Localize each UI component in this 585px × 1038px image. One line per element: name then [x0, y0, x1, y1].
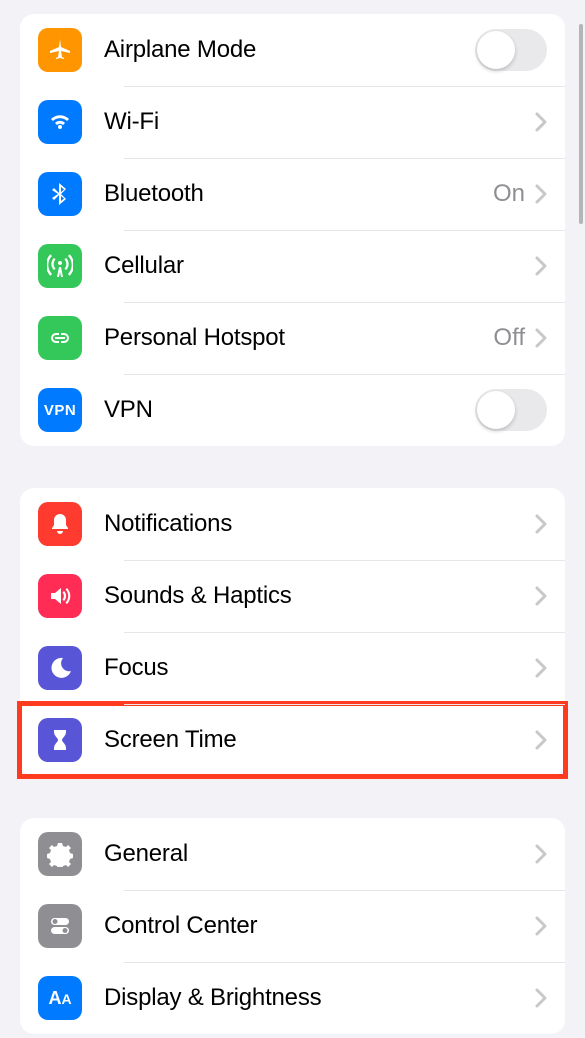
settings-row-cellular[interactable]: Cellular	[20, 230, 565, 302]
toggle-switch[interactable]	[475, 29, 547, 71]
row-label: Focus	[104, 654, 535, 682]
row-value: Off	[493, 324, 525, 352]
bluetooth-icon	[38, 172, 82, 216]
chevron-right-icon	[535, 256, 547, 276]
antenna-icon	[38, 244, 82, 288]
row-label: Bluetooth	[104, 180, 493, 208]
chevron-right-icon	[535, 184, 547, 204]
settings-row-notifications[interactable]: Notifications	[20, 488, 565, 560]
settings-row-display[interactable]: AA Display & Brightness	[20, 962, 565, 1034]
chevron-right-icon	[535, 112, 547, 132]
settings-row-general[interactable]: General	[20, 818, 565, 890]
chevron-right-icon	[535, 916, 547, 936]
scroll-indicator[interactable]	[579, 24, 583, 224]
settings-row-sounds[interactable]: Sounds & Haptics	[20, 560, 565, 632]
chevron-right-icon	[535, 988, 547, 1008]
row-label: Wi-Fi	[104, 108, 535, 136]
gear-icon	[38, 832, 82, 876]
link-icon	[38, 316, 82, 360]
settings-row-wifi[interactable]: Wi-Fi	[20, 86, 565, 158]
vpn-icon: VPN	[38, 388, 82, 432]
row-label: Notifications	[104, 510, 535, 538]
chevron-right-icon	[535, 730, 547, 750]
row-label: Display & Brightness	[104, 984, 535, 1012]
row-value: On	[493, 180, 525, 208]
chevron-right-icon	[535, 658, 547, 678]
row-label: Personal Hotspot	[104, 324, 493, 352]
switches-icon	[38, 904, 82, 948]
settings-group-general: General Control Center AA Display & Brightn…	[20, 818, 565, 1034]
wifi-icon	[38, 100, 82, 144]
settings-row-airplane-mode[interactable]: Airplane Mode	[20, 14, 565, 86]
settings-row-focus[interactable]: Focus	[20, 632, 565, 704]
settings-row-screen-time[interactable]: Screen Time	[20, 704, 565, 776]
chevron-right-icon	[535, 328, 547, 348]
settings-row-vpn[interactable]: VPN VPN	[20, 374, 565, 446]
airplane-icon	[38, 28, 82, 72]
settings-row-control-center[interactable]: Control Center	[20, 890, 565, 962]
row-label: Screen Time	[104, 726, 535, 754]
settings-group-connectivity: Airplane Mode Wi-Fi BluetoothOn Cellular Per…	[20, 14, 565, 446]
row-label: VPN	[104, 396, 475, 424]
bell-icon	[38, 502, 82, 546]
row-label: Cellular	[104, 252, 535, 280]
row-label: Airplane Mode	[104, 36, 475, 64]
row-label: Control Center	[104, 912, 535, 940]
chevron-right-icon	[535, 844, 547, 864]
settings-group-notifications: Notifications Sounds & Haptics Focus Screen…	[20, 488, 565, 776]
toggle-switch[interactable]	[475, 389, 547, 431]
moon-icon	[38, 646, 82, 690]
hourglass-icon	[38, 718, 82, 762]
speaker-icon	[38, 574, 82, 618]
row-label: Sounds & Haptics	[104, 582, 535, 610]
settings-row-bluetooth[interactable]: BluetoothOn	[20, 158, 565, 230]
settings-row-hotspot[interactable]: Personal HotspotOff	[20, 302, 565, 374]
chevron-right-icon	[535, 514, 547, 534]
aa-icon: AA	[38, 976, 82, 1020]
row-label: General	[104, 840, 535, 868]
chevron-right-icon	[535, 586, 547, 606]
